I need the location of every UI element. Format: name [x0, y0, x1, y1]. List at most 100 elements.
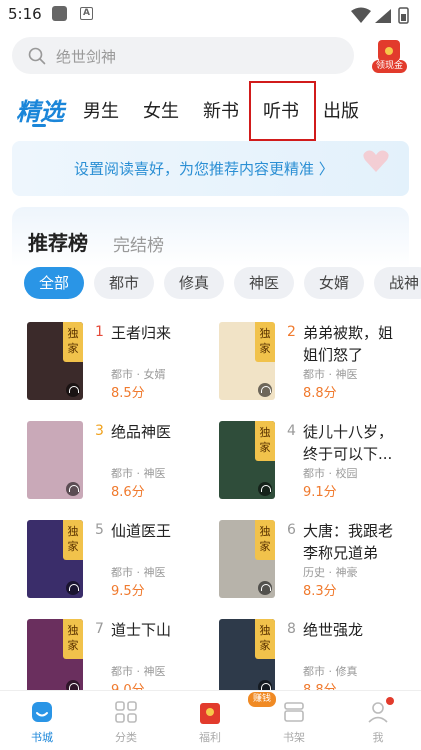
preference-banner[interactable]: 设置阅读喜好，为您推荐内容更精准 〉	[12, 141, 409, 196]
status-time: 5:16	[8, 5, 42, 23]
status-bar: 5:16 A	[0, 0, 421, 30]
headphones-icon	[258, 581, 272, 595]
exclusive-tag: 独家	[255, 619, 275, 659]
recommend-ranking-title[interactable]: 推荐榜	[28, 227, 88, 256]
book-rank: 1	[95, 324, 104, 340]
nav-welfare[interactable]: 福利	[168, 691, 252, 750]
cash-reward-button[interactable]: 领现金	[369, 38, 409, 74]
book-item[interactable]: 独家 4 徒儿十八岁，终于可以下... 都市 · 校园 9.1分	[219, 421, 409, 503]
book-item[interactable]: 独家 1 王者归来 都市 · 女婿 8.5分	[27, 322, 217, 404]
book-score: 8.5分	[111, 386, 145, 401]
earn-money-badge: 赚钱	[248, 692, 277, 707]
cash-reward-label: 领现金	[372, 60, 407, 73]
book-item[interactable]: 独家 5 仙道医王 都市 · 神医 9.5分	[27, 520, 217, 602]
tab-male[interactable]: 男生	[83, 97, 119, 123]
headphones-icon	[258, 383, 272, 397]
wifi-icon	[351, 7, 371, 23]
chip-cultivation[interactable]: 修真	[164, 267, 224, 299]
banner-text: 设置阅读喜好，为您推荐内容更精准 〉	[74, 160, 334, 178]
book-item[interactable]: 独家 6 大唐：我跟老李称兄道弟 历史 · 神豪 8.3分	[219, 520, 409, 602]
book-rank: 8	[287, 621, 296, 637]
book-rank: 2	[287, 324, 296, 340]
exclusive-tag: 独家	[63, 322, 83, 362]
grid-icon	[115, 701, 137, 727]
tab-female[interactable]: 女生	[143, 97, 179, 123]
book-rank: 7	[95, 621, 104, 637]
completed-ranking-title[interactable]: 完结榜	[113, 231, 164, 256]
book-cover: 独家	[219, 619, 275, 697]
chip-son-in-law[interactable]: 女婿	[304, 267, 364, 299]
audiobooks-tab-highlight	[249, 81, 316, 141]
red-envelope-icon	[378, 40, 400, 61]
book-rank: 5	[95, 522, 104, 538]
book-title: 徒儿十八岁，终于可以下...	[303, 423, 394, 463]
exclusive-tag: 独家	[255, 520, 275, 560]
search-bar[interactable]: 绝世剑神	[12, 37, 354, 74]
chip-all[interactable]: 全部	[24, 267, 84, 299]
book-score: 8.6分	[111, 485, 145, 500]
tab-active-indicator	[32, 124, 46, 127]
search-icon	[28, 47, 46, 69]
book-item[interactable]: 3 绝品神医 都市 · 神医 8.6分	[27, 421, 217, 503]
book-title: 道士下山	[111, 621, 172, 639]
book-meta: 都市 · 神医	[111, 665, 166, 678]
genre-chips: 全部 都市 修真 神医 女婿 战神	[24, 267, 421, 301]
book-rank: 3	[95, 423, 104, 439]
user-icon	[367, 701, 389, 727]
book-cover: 独家	[219, 421, 275, 499]
book-item[interactable]: 独家 2 弟弟被欺，姐姐们怒了 都市 · 神医 8.8分	[219, 322, 409, 404]
book-title: 弟弟被欺，姐姐们怒了	[303, 324, 394, 364]
chip-doctor[interactable]: 神医	[234, 267, 294, 299]
book-score: 8.8分	[303, 386, 337, 401]
book-meta: 都市 · 女婿	[111, 368, 166, 381]
exclusive-tag: 独家	[255, 322, 275, 362]
notification-icon	[52, 6, 67, 21]
book-cover: 独家	[27, 322, 83, 400]
nav-label: 我	[372, 731, 384, 744]
book-title: 仙道医王	[111, 522, 172, 540]
book-meta: 都市 · 神医	[111, 566, 166, 579]
heart-icon	[361, 146, 391, 180]
headphones-icon	[66, 383, 80, 397]
book-item[interactable]: 独家 8 绝世强龙 都市 · 修真 8.8分	[219, 619, 409, 701]
exclusive-tag: 独家	[63, 520, 83, 560]
book-rank: 6	[287, 522, 296, 538]
book-cover: 独家	[219, 520, 275, 598]
search-placeholder: 绝世剑神	[56, 48, 117, 66]
nav-bookstore[interactable]: 书城	[0, 691, 84, 750]
book-cover: 独家	[27, 619, 83, 697]
book-item[interactable]: 独家 7 道士下山 都市 · 神医 9.0分	[27, 619, 217, 701]
book-title: 大唐：我跟老李称兄道弟	[303, 522, 394, 562]
book-cover: 独家	[219, 322, 275, 400]
book-meta: 历史 · 神豪	[303, 566, 358, 579]
bottom-nav: 书城 分类 福利 书架 我	[0, 690, 421, 750]
nav-label: 书架	[283, 731, 305, 744]
tab-published[interactable]: 出版	[323, 97, 359, 123]
notification-dot	[386, 697, 394, 705]
nav-label: 书城	[31, 731, 53, 744]
book-score: 9.1分	[303, 485, 337, 500]
book-meta: 都市 · 修真	[303, 665, 358, 678]
book-meta: 都市 · 校园	[303, 467, 358, 480]
chip-war-god[interactable]: 战神	[374, 267, 421, 299]
app-notification-icon: A	[80, 7, 93, 20]
headphones-icon	[258, 482, 272, 496]
exclusive-tag: 独家	[63, 619, 83, 659]
chip-urban[interactable]: 都市	[94, 267, 154, 299]
book-cover	[27, 421, 83, 499]
book-title: 绝世强龙	[303, 621, 364, 639]
nav-me[interactable]: 我	[336, 691, 420, 750]
nav-categories[interactable]: 分类	[84, 691, 168, 750]
bookshelf-icon	[283, 701, 305, 727]
system-icons	[349, 6, 413, 28]
bookstore-icon	[31, 701, 53, 727]
book-meta: 都市 · 神医	[111, 467, 166, 480]
category-tabs: 精选 男生 女生 新书 听书 出版	[0, 85, 421, 135]
nav-label: 福利	[199, 731, 221, 744]
nav-label: 分类	[115, 731, 137, 744]
tab-new-books[interactable]: 新书	[203, 97, 239, 123]
book-rank: 4	[287, 423, 296, 439]
tab-featured[interactable]: 精选	[16, 92, 64, 127]
headphones-icon	[66, 482, 80, 496]
book-cover: 独家	[27, 520, 83, 598]
